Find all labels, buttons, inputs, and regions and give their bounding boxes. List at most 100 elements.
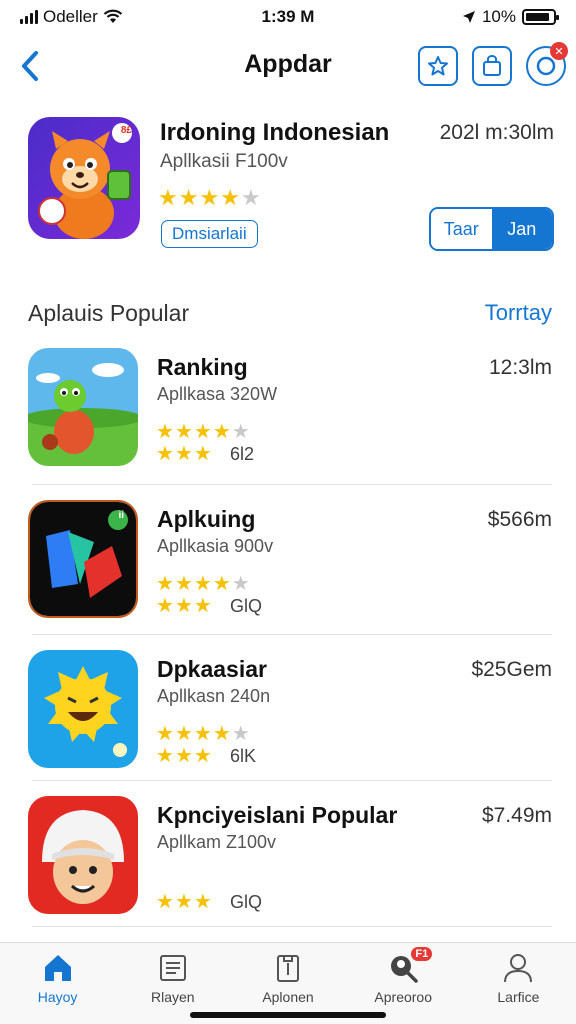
- rating-star: ★: [156, 745, 174, 767]
- rating-star: ★: [174, 573, 193, 595]
- category-badge[interactable]: Dmsiarlaii: [161, 220, 258, 248]
- rating-star: ★: [231, 421, 250, 443]
- tab-home[interactable]: Hayoy: [0, 943, 115, 1024]
- nav-bar: Appdar ✕: [0, 40, 576, 94]
- search-icon: F1: [386, 947, 433, 985]
- featured-app[interactable]: 8£ Irdoning Indonesian 202l m:30lm Apllk…: [28, 115, 558, 251]
- list-item[interactable]: Dpkaasiar $25Gem Apllkasn 240n ★ ★ ★ ★ ★…: [0, 642, 576, 788]
- see-all-link[interactable]: Torrtay: [485, 300, 552, 326]
- rating-star: ★: [156, 573, 174, 595]
- app-subtitle: Apllkam Z100v: [157, 832, 277, 852]
- app-rating: ★ ★ ★ ★ ★: [156, 422, 250, 442]
- news-icon: [156, 951, 190, 985]
- battery-percent: 10%: [481, 7, 516, 26]
- list-item[interactable]: Kpnciyeislani Popular $7.49m Apllkam Z10…: [0, 788, 576, 934]
- divider: [32, 780, 552, 781]
- rating-star: ★: [193, 595, 212, 617]
- rating-star: ★: [156, 891, 174, 913]
- divider: [32, 634, 552, 635]
- carrier-name: Odeller: [43, 7, 98, 26]
- rating-star: ★: [193, 421, 212, 443]
- rating-star: ★: [212, 573, 231, 595]
- featured-time: 202l m:30lm: [439, 121, 554, 144]
- tab-label: Aplonen: [262, 989, 314, 1005]
- rating-star: ★: [240, 185, 261, 210]
- signal-icon: [20, 10, 38, 24]
- rating-star: ★: [174, 595, 193, 617]
- status-time: 1:39 M: [261, 7, 315, 26]
- app-rating-secondary: ★ ★ ★: [156, 746, 212, 766]
- bag-button[interactable]: [472, 46, 512, 86]
- divider: [32, 926, 552, 927]
- rating-star: ★: [193, 723, 212, 745]
- rating-star: ★: [193, 443, 212, 465]
- rating-star: ★: [193, 573, 212, 595]
- location-arrow-icon: [462, 11, 475, 23]
- app-price: $566m: [487, 508, 552, 531]
- featured-app-icon: 8£: [28, 117, 140, 239]
- chevron-left-icon: [22, 51, 38, 81]
- divider: [32, 484, 552, 485]
- rating-star: ★: [174, 723, 193, 745]
- app-title: Ranking: [157, 354, 248, 380]
- shopping-bag-icon: [483, 55, 501, 76]
- rating-star: ★: [174, 891, 193, 913]
- featured-rating: ★ ★ ★ ★ ★: [158, 187, 261, 209]
- app-rating: ★ ★ ★ ★ ★: [156, 724, 250, 744]
- list-item[interactable]: ii Aplkuing $566m Apllkasia 900v ★ ★ ★ ★…: [0, 492, 576, 638]
- person-icon: [501, 951, 535, 985]
- app-price: $7.49m: [481, 804, 552, 827]
- app-rating-secondary: ★ ★ ★: [156, 444, 212, 464]
- app-icon: [28, 650, 138, 768]
- tab-label: Apreoroo: [374, 989, 432, 1005]
- review-count: 6l2: [230, 444, 255, 464]
- segment-option-1[interactable]: Taar: [431, 209, 492, 249]
- app-price: $25Gem: [471, 658, 552, 681]
- back-button[interactable]: [16, 48, 46, 84]
- home-icon: [41, 951, 75, 985]
- tab-label: Hayoy: [37, 989, 78, 1005]
- rating-star: ★: [156, 595, 174, 617]
- icon-badge: 8£: [120, 125, 132, 136]
- rating-star: ★: [178, 185, 199, 210]
- review-count: GlQ: [230, 596, 263, 616]
- section-header: Aplauis Popular Torrtay: [28, 300, 552, 330]
- status-left: Odeller: [20, 7, 220, 27]
- rating-star: ★: [174, 745, 193, 767]
- rating-star: ★: [174, 443, 193, 465]
- review-count: GlQ: [230, 892, 263, 912]
- rating-star: ★: [231, 723, 250, 745]
- segment-option-2[interactable]: Jan: [491, 209, 552, 249]
- section-title: Aplauis Popular: [28, 300, 190, 326]
- app-title: Dpkaasiar: [157, 656, 267, 682]
- star-icon: [428, 56, 448, 76]
- rating-star: ★: [212, 421, 231, 443]
- icon-badge: ii: [118, 510, 124, 521]
- notification-badge: F1: [411, 947, 433, 961]
- app-icon: [28, 796, 138, 914]
- rating-star: ★: [193, 745, 212, 767]
- app-subtitle: Apllkasn 240n: [157, 686, 271, 706]
- app-rating: ★ ★ ★ ★ ★: [156, 574, 250, 594]
- featured-title: Irdoning Indonesian: [160, 119, 390, 146]
- app-rating-secondary: ★ ★ ★: [156, 596, 212, 616]
- wifi-icon: [103, 9, 123, 23]
- rating-star: ★: [158, 185, 178, 210]
- status-bar: Odeller 1:39 M 10%: [0, 0, 576, 34]
- notification-badge: ✕: [550, 42, 568, 60]
- rating-star: ★: [156, 723, 174, 745]
- tab-label: Rlayen: [151, 989, 195, 1005]
- app-price: 12:3lm: [488, 356, 552, 379]
- lens-button[interactable]: ✕: [526, 42, 568, 86]
- rating-star: ★: [231, 573, 250, 595]
- home-indicator: [190, 1012, 386, 1018]
- app-title: Kpnciyeislani Popular: [157, 802, 398, 828]
- rating-star: ★: [199, 185, 220, 210]
- review-count: 6lK: [230, 746, 257, 766]
- featured-subtitle: Apllkasii F100v: [160, 151, 288, 172]
- tab-profile[interactable]: Larfice: [461, 943, 576, 1024]
- favorite-button[interactable]: [418, 46, 458, 86]
- rating-star: ★: [174, 421, 193, 443]
- rating-star: ★: [156, 443, 174, 465]
- list-item[interactable]: Ranking 12:3lm Apllkasa 320W ★ ★ ★ ★ ★ ★…: [0, 340, 576, 486]
